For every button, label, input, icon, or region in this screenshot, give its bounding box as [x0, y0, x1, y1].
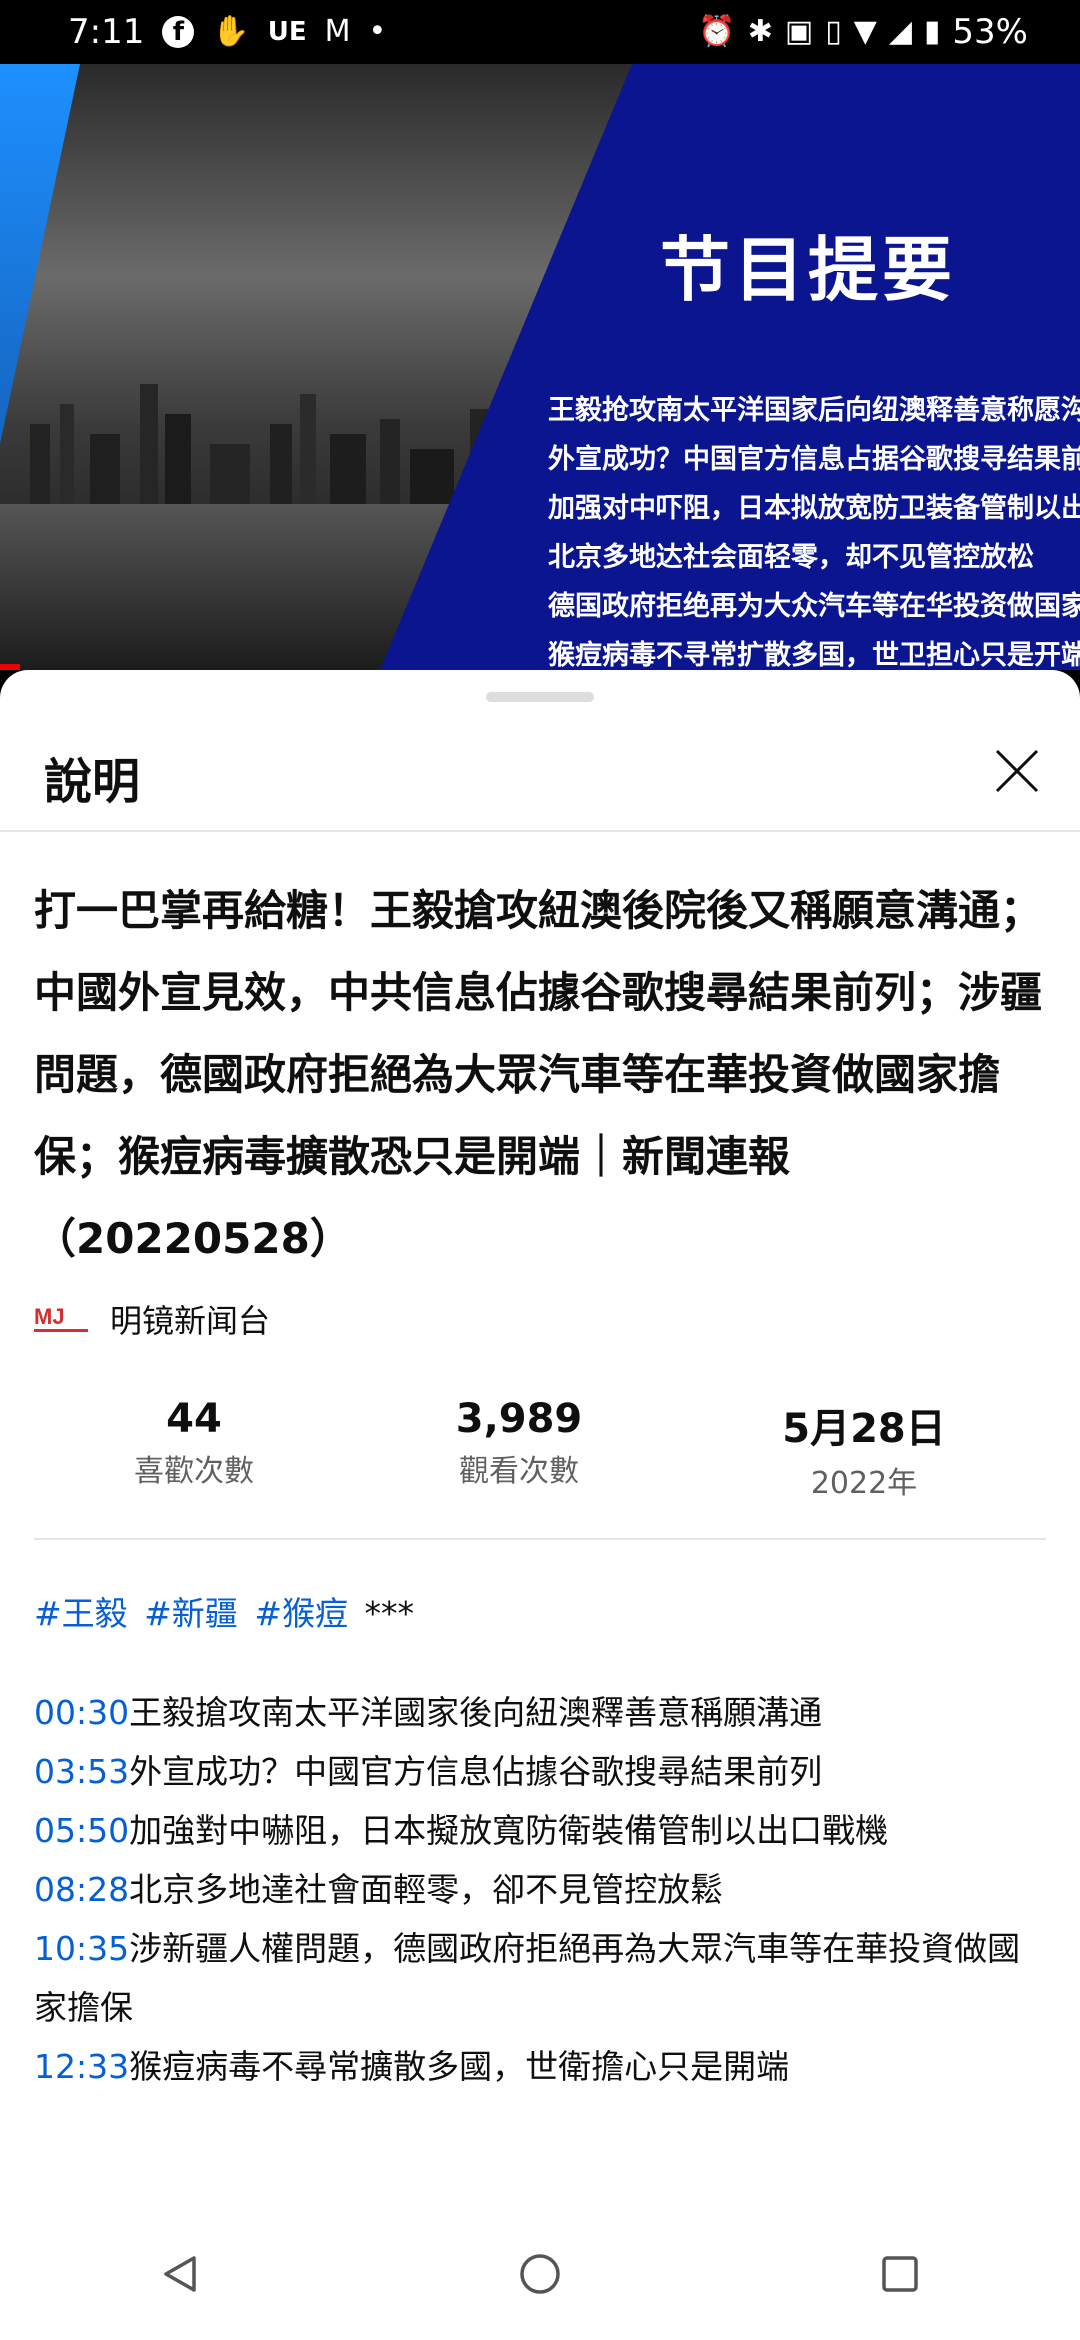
- sheet-title: 說明: [44, 754, 141, 810]
- status-bar: 7:11 f ✋ UE M • ⏰ ✱ ▣ ▯ ▼ ◢ ▮ 53%: [0, 0, 1080, 64]
- recents-icon: [882, 2256, 918, 2292]
- signal-icon: ◢: [888, 14, 912, 49]
- chapter-text: 北京多地達社會面輕零，卻不見管控放鬆: [129, 1870, 724, 1909]
- video-title: 打一巴掌再給糖！王毅搶攻紐澳後院後又稱願意溝通；中國外宣見效，中共信息佔據谷歌搜…: [34, 886, 1043, 1263]
- ue-label: UE: [267, 17, 307, 47]
- battery-percent: 53%: [952, 12, 1028, 52]
- timestamp-link[interactable]: 05:50: [34, 1811, 129, 1850]
- notification-dot-icon: •: [368, 14, 387, 49]
- hashtag-suffix: ***: [364, 1594, 414, 1633]
- views-stat: 3,989 觀看次數: [354, 1396, 684, 1496]
- hashtag-link[interactable]: #王毅: [34, 1594, 128, 1633]
- home-icon: [520, 2254, 560, 2294]
- timestamp-link[interactable]: 08:28: [34, 1870, 129, 1909]
- panel-line: 加强对中吓阻，日本拟放宽防卫装备管制以出口战机: [548, 493, 1080, 524]
- channel-logo: MJ: [34, 1302, 88, 1336]
- sheet-header: 說明: [0, 710, 1080, 832]
- panel-line: 北京多地达社会面轻零，却不见管控放松: [548, 542, 1034, 573]
- date-stat: 5月28日 2022年: [684, 1396, 1044, 1501]
- chapter-item: 12:33猴痘病毒不尋常擴散多國，世衛擔心只是開端: [34, 2037, 1046, 2096]
- wifi-icon: ▼: [853, 14, 877, 49]
- publish-date: 5月28日: [782, 1406, 946, 1452]
- views-count: 3,989: [455, 1396, 583, 1442]
- back-button[interactable]: [120, 2234, 240, 2314]
- chapter-text: 猴痘病毒不尋常擴散多國，世衛擔心只是開端: [129, 2047, 790, 2086]
- views-label: 觀看次數: [459, 1454, 579, 1489]
- timestamp-link[interactable]: 12:33: [34, 2047, 129, 2086]
- gmail-icon: M: [324, 14, 351, 49]
- chapter-list: 00:30王毅搶攻南太平洋國家後向紐澳釋善意稱願溝通 03:53外宣成功？中國官…: [34, 1683, 1046, 2096]
- stats-row: 44 喜歡次數 3,989 觀看次數 5月28日 2022年: [34, 1396, 1046, 1540]
- close-button[interactable]: [982, 736, 1052, 806]
- bluetooth-icon: ✱: [747, 14, 773, 49]
- description-sheet: 說明 打一巴掌再給糖！王毅搶攻紐澳後院後又稱願意溝通；中國外宣見效，中共信息佔據…: [0, 670, 1080, 2340]
- video-player[interactable]: 节目提要 王毅抢攻南太平洋国家后向纽澳释善意称愿沟通 外宣成功？中国官方信息占据…: [0, 64, 1080, 670]
- close-icon: [995, 749, 1039, 793]
- description-text: #王毅 #新疆 #猴痘 *** 00:30王毅搶攻南太平洋國家後向紐澳釋善意稱願…: [34, 1584, 1046, 2096]
- publish-year: 2022年: [810, 1466, 918, 1501]
- clock: 7:11: [68, 12, 145, 52]
- likes-stat: 44 喜歡次數: [34, 1396, 354, 1496]
- back-icon: [164, 2256, 196, 2292]
- chapter-item: 10:35涉新疆人權問題，德國政府拒絕再為大眾汽車等在華投資做國家擔保: [34, 1919, 1046, 2037]
- hashtag-link[interactable]: #猴痘: [254, 1594, 348, 1633]
- chapter-text: 加強對中嚇阻，日本擬放寬防衛裝備管制以出口戰機: [129, 1811, 889, 1850]
- recents-button[interactable]: [840, 2234, 960, 2314]
- timestamp-link[interactable]: 00:30: [34, 1693, 129, 1732]
- panel-line: 猴痘病毒不寻常扩散多国，世卫担心只是开端: [548, 640, 1080, 670]
- facebook-icon: f: [162, 16, 195, 48]
- chapter-text: 王毅搶攻南太平洋國家後向紐澳釋善意稱願溝通: [129, 1693, 823, 1732]
- timestamp-link[interactable]: 03:53: [34, 1752, 129, 1791]
- svg-text:MJ: MJ: [34, 1304, 65, 1329]
- panel-line: 王毅抢攻南太平洋国家后向纽澳释善意称愿沟通: [548, 395, 1080, 426]
- hashtag-line: #王毅 #新疆 #猴痘 ***: [34, 1584, 1046, 1643]
- timestamp-link[interactable]: 10:35: [34, 1929, 129, 1968]
- channel-row[interactable]: MJ 明镜新闻台: [34, 1296, 1046, 1342]
- chapter-item: 03:53外宣成功？中國官方信息佔據谷歌搜尋結果前列: [34, 1742, 1046, 1801]
- description-content: 打一巴掌再給糖！王毅搶攻紐澳後院後又稱願意溝通；中國外宣見效，中共信息佔據谷歌搜…: [34, 870, 1046, 2096]
- likes-count: 44: [166, 1396, 222, 1442]
- chapter-item: 00:30王毅搶攻南太平洋國家後向紐澳釋善意稱願溝通: [34, 1683, 1046, 1742]
- chapter-item: 05:50加強對中嚇阻，日本擬放寬防衛裝備管制以出口戰機: [34, 1801, 1046, 1860]
- nfc-icon: ▣: [784, 14, 814, 49]
- vibrate-icon: ▯: [825, 14, 842, 49]
- chapter-item: 08:28北京多地達社會面輕零，卻不見管控放鬆: [34, 1860, 1046, 1919]
- alarm-icon: ⏰: [698, 14, 736, 49]
- chapter-text: 外宣成功？中國官方信息佔據谷歌搜尋結果前列: [129, 1752, 823, 1791]
- home-button[interactable]: [480, 2234, 600, 2314]
- panel-title: 节目提要: [660, 228, 956, 311]
- video-progress-bar[interactable]: [0, 664, 20, 670]
- panel-lines: 王毅抢攻南太平洋国家后向纽澳释善意称愿沟通 外宣成功？中国官方信息占据谷歌搜寻结…: [548, 386, 1080, 670]
- channel-name[interactable]: 明镜新闻台: [110, 1296, 270, 1342]
- chapter-text: 涉新疆人權問題，德國政府拒絕再為大眾汽車等在華投資做國家擔保: [34, 1929, 1021, 2027]
- panel-line: 德国政府拒绝再为大众汽车等在华投资做国家担保: [548, 591, 1080, 622]
- system-nav-bar: [0, 2208, 1080, 2340]
- hashtag-link[interactable]: #新疆: [144, 1594, 238, 1633]
- drag-handle[interactable]: [486, 692, 594, 702]
- battery-icon: ▮: [923, 14, 941, 49]
- panel-line: 外宣成功？中国官方信息占据谷歌搜寻结果前列: [548, 444, 1080, 475]
- likes-label: 喜歡次數: [134, 1454, 254, 1489]
- hand-icon: ✋: [212, 14, 250, 49]
